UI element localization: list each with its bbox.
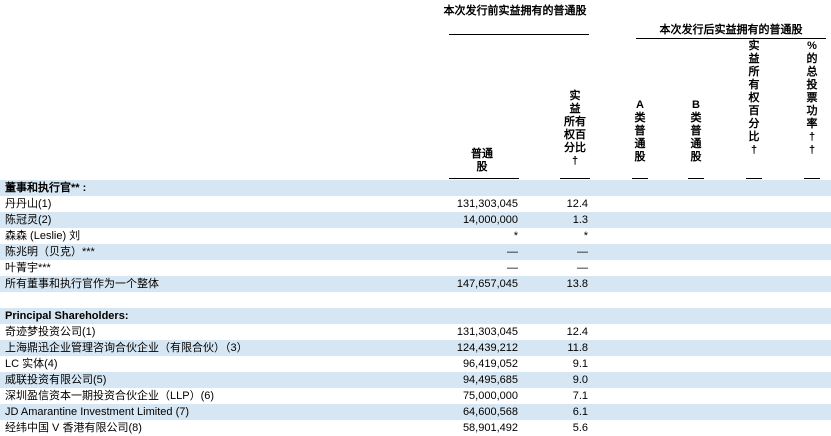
- percent-value: 7.1: [572, 390, 588, 402]
- percent-value: 11.8: [567, 342, 588, 354]
- table-row: 丹丹山(1) 131,303,045 12.4: [0, 196, 831, 212]
- percent-value: 6.1: [572, 406, 588, 418]
- percent-value: 9.0: [572, 374, 588, 386]
- section-title: Principal Shareholders:: [5, 310, 129, 322]
- percent-value: 1.3: [572, 214, 588, 226]
- holder-name: JD Amarantine Investment Limited (7): [5, 406, 190, 418]
- holder-name: 经纬中国 V 香港有限公司(8): [5, 422, 142, 434]
- ownership-table: 董事和执行官** : 丹丹山(1) 131,303,045 12.4 陈冠灵(2) 14,…: [0, 180, 831, 436]
- table-row: 威联投资有限公司(5) 94,495,685 9.0: [0, 372, 831, 388]
- percent-value: —: [577, 262, 588, 274]
- table-row: 经纬中国 V 香港有限公司(8) 58,901,492 5.6: [0, 420, 831, 436]
- table-row: 上海鼎迅企业管理咨询合伙企业（有限合伙）（3） 124,439,212 11.8: [0, 340, 831, 356]
- percent-value: 5.6: [572, 422, 588, 434]
- shares-value: 96,419,052: [462, 358, 518, 370]
- shares-value: 58,901,492: [462, 422, 518, 434]
- percent-value: 13.8: [566, 278, 588, 290]
- shares-value: 131,303,045: [456, 326, 518, 338]
- holder-name: LC 实体(4): [5, 358, 58, 370]
- table-row: 奇迹梦投资公司(1) 131,303,045 12.4: [0, 324, 831, 340]
- table-row: JD Amarantine Investment Limited (7) 64,6…: [0, 404, 831, 420]
- header-before-underline: [449, 34, 589, 35]
- holder-name: 丹丹山(1): [5, 198, 52, 210]
- col-underline-class-a: [632, 178, 648, 179]
- col-underline-pct-after: [746, 178, 762, 179]
- section-header-row: Principal Shareholders:: [0, 308, 831, 324]
- col-header-class-a: A 类 普 通 股: [634, 99, 646, 163]
- holder-name: 威联投资有限公司(5): [5, 374, 107, 386]
- col-underline-pct-before: [560, 178, 590, 179]
- holder-name: 奇迹梦投资公司(1): [5, 326, 96, 338]
- col-underline-class-b: [688, 178, 704, 179]
- section-header-row: 董事和执行官** :: [0, 180, 831, 196]
- table-row: 陈兆明（贝克）*** — —: [0, 244, 831, 260]
- shares-value: 94,495,685: [462, 374, 518, 386]
- table-row: 陈冠灵(2) 14,000,000 1.3: [0, 212, 831, 228]
- table-row: 森森 (Leslie) 刘 * *: [0, 228, 831, 244]
- holder-name: 深圳盈信资本一期投资合伙企业（LLP）(6): [5, 390, 215, 402]
- header-after-underline: [636, 38, 826, 39]
- section-title: 董事和执行官** :: [5, 182, 87, 194]
- col-underline-shares: [449, 178, 519, 179]
- shares-value: 124,439,212: [456, 342, 518, 354]
- shares-value: 75,000,000: [462, 390, 518, 402]
- table-row: [0, 292, 831, 308]
- holder-name: 陈冠灵(2): [5, 214, 52, 226]
- col-header-class-b: B 类 普 通 股: [690, 99, 702, 163]
- shares-value: 131,303,045: [456, 198, 518, 210]
- holder-name: 叶菁宇***: [5, 262, 51, 274]
- shares-value: 147,657,045: [456, 278, 518, 290]
- table-row: LC 实体(4) 96,419,052 9.1: [0, 356, 831, 372]
- shares-value: —: [507, 246, 518, 258]
- holder-name: 所有董事和执行官作为一个整体: [5, 278, 159, 290]
- shares-value: *: [513, 230, 518, 242]
- table-row: 深圳盈信资本一期投资合伙企业（LLP）(6) 75,000,000 7.1: [0, 388, 831, 404]
- percent-value: 12.4: [566, 326, 588, 338]
- holder-name: 陈兆明（贝克）***: [5, 246, 95, 258]
- header-after-offering: 本次发行后实益拥有的普通股: [659, 24, 803, 36]
- shares-value: —: [507, 262, 518, 274]
- shares-value: 64,600,568: [462, 406, 518, 418]
- percent-value: 9.1: [572, 358, 588, 370]
- col-header-pct-before: 实 益 所有 权百 分比 †: [564, 90, 586, 167]
- col-header-shares: 普通 股: [471, 148, 493, 173]
- percent-value: 12.4: [566, 198, 588, 210]
- col-header-voting-power: % 的 总 投 票 功 率 † †: [806, 40, 818, 156]
- table-row: 叶菁宇*** — —: [0, 260, 831, 276]
- shares-value: 14,000,000: [462, 214, 518, 226]
- percent-value: —: [577, 246, 588, 258]
- percent-value: *: [583, 230, 588, 242]
- col-underline-voting-power: [804, 178, 820, 179]
- header-before-offering: 本次发行前实益拥有的普通股: [443, 5, 587, 17]
- col-header-pct-after: 实 益 所 有 权 百 分 比 †: [748, 40, 760, 156]
- holder-name: 上海鼎迅企业管理咨询合伙企业（有限合伙）（3）: [5, 342, 248, 354]
- holder-name: 森森 (Leslie) 刘: [5, 230, 81, 242]
- table-row: 所有董事和执行官作为一个整体 147,657,045 13.8: [0, 276, 831, 292]
